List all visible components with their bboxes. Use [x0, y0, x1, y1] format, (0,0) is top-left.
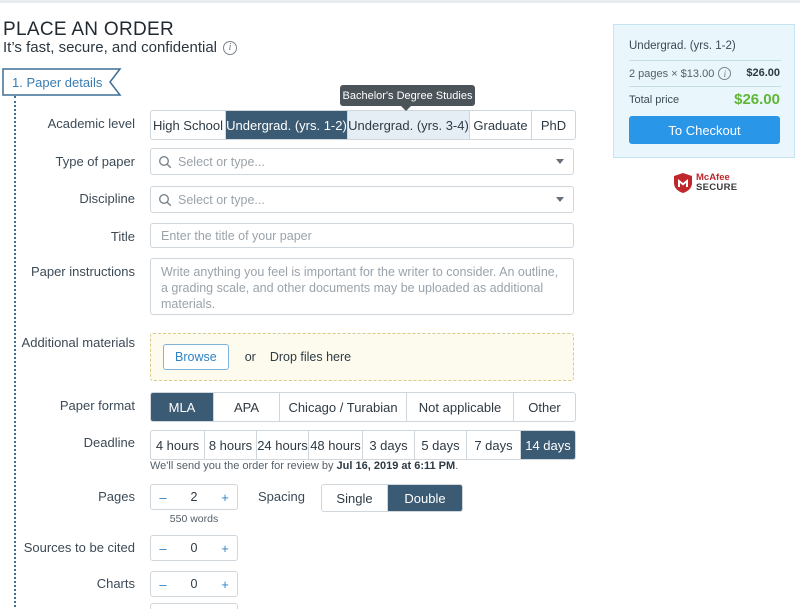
info-icon[interactable]: i [718, 67, 732, 80]
summary-pages-text: 2 pages × $13.00 [629, 67, 715, 80]
deadline-5-days[interactable]: 5 days [415, 431, 467, 459]
total-price: $26.00 [734, 91, 780, 108]
order-summary: Undergrad. (yrs. 1-2) 2 pages × $13.00 i… [613, 24, 795, 158]
file-dropzone[interactable]: Browse or Drop files here [150, 333, 574, 381]
deadline-note-suffix: . [455, 460, 459, 472]
deadline-note: We'll send you the order for review by J… [150, 460, 458, 472]
pages-label: Pages [98, 489, 135, 504]
page-title: PLACE AN ORDER [3, 19, 175, 40]
subtitle-text: It’s fast, secure, and confidential [3, 39, 218, 56]
type-of-paper-label: Type of paper [55, 154, 136, 169]
or-text: or [244, 350, 256, 364]
discipline-placeholder: Select or type... [178, 192, 265, 207]
academic-level-undergrad-3-4[interactable]: Undergrad. (yrs. 3-4) [348, 111, 470, 139]
browse-button[interactable]: Browse [163, 344, 229, 370]
sources-stepper: – 0 + [150, 535, 238, 561]
charts-value[interactable]: 0 [191, 577, 198, 591]
chevron-down-icon [556, 159, 564, 164]
deadline-3-days[interactable]: 3 days [363, 431, 415, 459]
sources-value[interactable]: 0 [191, 541, 198, 555]
summary-pages: 2 pages × $13.00 i [629, 67, 732, 80]
title-label: Title [110, 229, 135, 244]
total-price-label: Total price [629, 94, 680, 106]
paper-instructions-textarea[interactable]: Write anything you feel is important for… [150, 258, 574, 315]
academic-level-graduate[interactable]: Graduate [470, 111, 532, 139]
paper-format-chicago[interactable]: Chicago / Turabian [280, 393, 407, 421]
deadline-8-hours[interactable]: 8 hours [205, 431, 257, 459]
deadline-label: Deadline [83, 435, 135, 450]
spacing-selector: Single Double [321, 484, 463, 512]
deadline-4-hours[interactable]: 4 hours [151, 431, 205, 459]
deadline-48-hours[interactable]: 48 hours [309, 431, 363, 459]
discipline-label: Discipline [79, 191, 135, 206]
deadline-selector: 4 hours 8 hours 24 hours 48 hours 3 days… [150, 430, 576, 460]
discipline-select[interactable]: Select or type... [150, 186, 574, 213]
mcafee-secure-badge[interactable]: McAfee SECURE [673, 172, 737, 194]
charts-increment-button[interactable]: + [213, 577, 237, 592]
deadline-note-date: Jul 16, 2019 at 6:11 PM [336, 460, 456, 472]
page-subtitle: It’s fast, secure, and confidential i [3, 39, 238, 56]
drop-files-text: Drop files here [269, 350, 352, 364]
charts-decrement-button[interactable]: – [151, 577, 175, 592]
paper-format-label: Paper format [59, 398, 135, 413]
checkout-button[interactable]: To Checkout [629, 116, 780, 144]
info-icon[interactable]: i [223, 40, 238, 55]
paper-format-selector: MLA APA Chicago / Turabian Not applicabl… [150, 392, 576, 422]
deadline-24-hours[interactable]: 24 hours [257, 431, 309, 459]
academic-level-phd[interactable]: PhD [532, 111, 575, 139]
charts-label: Charts [96, 576, 135, 591]
deadline-7-days[interactable]: 7 days [467, 431, 521, 459]
step-progress-line [14, 96, 16, 607]
summary-divider [629, 60, 781, 61]
title-input[interactable]: Enter the title of your paper [150, 223, 574, 248]
sources-increment-button[interactable]: + [213, 541, 237, 556]
paper-instructions-label: Paper instructions [30, 264, 135, 279]
academic-level-undergrad-1-2[interactable]: Undergrad. (yrs. 1-2) [226, 111, 348, 139]
academic-level-high-school[interactable]: High School [151, 111, 226, 139]
type-of-paper-select[interactable]: Select or type... [150, 148, 574, 175]
paper-format-mla[interactable]: MLA [151, 393, 214, 421]
search-icon [158, 193, 172, 206]
top-divider [0, 0, 800, 3]
sources-label: Sources to be cited [23, 540, 135, 555]
summary-pages-price: $26.00 [746, 67, 780, 79]
next-stepper-partial [150, 603, 238, 609]
paper-format-not-applicable[interactable]: Not applicable [407, 393, 514, 421]
search-icon [158, 155, 172, 168]
word-count: 550 words [169, 513, 219, 525]
sources-decrement-button[interactable]: – [151, 541, 175, 556]
spacing-label: Spacing [258, 489, 305, 504]
paper-format-apa[interactable]: APA [214, 393, 280, 421]
step-tab-paper-details[interactable]: 1. Paper details [2, 68, 122, 96]
charts-stepper: – 0 + [150, 571, 238, 597]
step-label: 1. Paper details [12, 75, 103, 90]
mcafee-shield-icon [674, 173, 692, 193]
academic-level-tooltip: Bachelor's Degree Studies [340, 85, 475, 111]
mcafee-text: McAfee SECURE [696, 173, 737, 193]
summary-divider [629, 86, 781, 87]
mcafee-line2: SECURE [696, 182, 738, 193]
summary-level: Undergrad. (yrs. 1-2) [629, 40, 736, 52]
deadline-14-days[interactable]: 14 days [521, 431, 575, 459]
additional-materials-label: Additional materials [21, 335, 135, 350]
pages-value[interactable]: 2 [191, 490, 198, 504]
academic-level-label: Academic level [47, 116, 135, 131]
paper-format-other[interactable]: Other [514, 393, 575, 421]
type-of-paper-placeholder: Select or type... [178, 154, 265, 169]
spacing-double[interactable]: Double [388, 485, 462, 511]
deadline-note-prefix: We'll send you the order for review by [150, 460, 337, 472]
academic-level-selector: High School Undergrad. (yrs. 1-2) Underg… [150, 110, 576, 140]
spacing-single[interactable]: Single [322, 485, 388, 511]
chevron-down-icon [556, 197, 564, 202]
pages-decrement-button[interactable]: – [151, 490, 175, 505]
